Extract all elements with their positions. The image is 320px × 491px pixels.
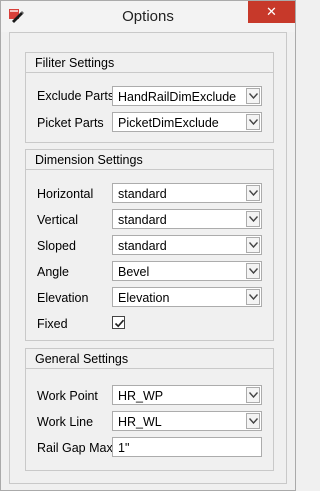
dimension-settings-group: Dimension Settings Horizontal standard V… — [25, 149, 274, 341]
work-point-value: HR_WP — [118, 389, 164, 403]
options-panel: Filiter Settings Exclude Parts HandRailD… — [9, 32, 287, 484]
picket-parts-dropdown[interactable]: PicketDimExclude — [112, 112, 262, 132]
chevron-down-icon[interactable] — [246, 114, 260, 130]
title-bar[interactable]: Options ✕ — [1, 1, 295, 32]
exclude-parts-label: Exclude Parts — [37, 89, 115, 103]
work-line-label: Work Line — [37, 415, 94, 429]
chevron-down-icon[interactable] — [246, 237, 260, 253]
work-line-dropdown[interactable]: HR_WL — [112, 411, 262, 431]
vertical-label: Vertical — [37, 213, 78, 227]
general-settings-group: General Settings Work Point HR_WP Work L… — [25, 348, 274, 471]
sloped-label: Sloped — [37, 239, 76, 253]
chevron-down-icon[interactable] — [246, 88, 260, 104]
work-point-label: Work Point — [37, 389, 98, 403]
general-settings-title: General Settings — [35, 352, 129, 366]
horizontal-dropdown[interactable]: standard — [112, 183, 262, 203]
chevron-down-icon[interactable] — [246, 211, 260, 227]
picket-parts-value: PicketDimExclude — [118, 116, 219, 130]
vertical-dropdown[interactable]: standard — [112, 209, 262, 229]
rail-gap-max-input[interactable]: 1" — [112, 437, 262, 457]
horizontal-label: Horizontal — [37, 187, 94, 201]
sloped-dropdown[interactable]: standard — [112, 235, 262, 255]
angle-dropdown[interactable]: Bevel — [112, 261, 262, 281]
chevron-down-icon[interactable] — [246, 263, 260, 279]
horizontal-value: standard — [118, 187, 167, 201]
fixed-checkbox[interactable] — [112, 316, 125, 329]
elevation-label: Elevation — [37, 291, 89, 305]
picket-parts-label: Picket Parts — [37, 116, 104, 130]
sloped-value: standard — [118, 239, 167, 253]
exclude-parts-dropdown[interactable]: HandRailDimExclude — [112, 86, 262, 106]
elevation-value: Elevation — [118, 291, 170, 305]
work-point-dropdown[interactable]: HR_WP — [112, 385, 262, 405]
rail-gap-max-label: Rail Gap Max — [37, 441, 113, 455]
dimension-settings-title: Dimension Settings — [35, 153, 143, 167]
chevron-down-icon[interactable] — [246, 413, 260, 429]
angle-value: Bevel — [118, 265, 150, 279]
rail-gap-max-value: 1" — [118, 441, 130, 455]
angle-label: Angle — [37, 265, 69, 279]
vertical-value: standard — [118, 213, 167, 227]
chevron-down-icon[interactable] — [246, 185, 260, 201]
elevation-dropdown[interactable]: Elevation — [112, 287, 262, 307]
chevron-down-icon[interactable] — [246, 289, 260, 305]
close-icon: ✕ — [266, 4, 277, 19]
work-line-value: HR_WL — [118, 415, 162, 429]
chevron-down-icon[interactable] — [246, 387, 260, 403]
filter-settings-group: Filiter Settings Exclude Parts HandRailD… — [25, 52, 274, 143]
check-icon — [114, 319, 125, 328]
options-window: Options ✕ Filiter Settings Exclude Parts… — [0, 0, 296, 491]
filter-settings-title: Filiter Settings — [35, 56, 115, 70]
fixed-label: Fixed — [37, 317, 68, 331]
exclude-parts-value: HandRailDimExclude — [118, 90, 237, 104]
close-button[interactable]: ✕ — [248, 1, 295, 23]
